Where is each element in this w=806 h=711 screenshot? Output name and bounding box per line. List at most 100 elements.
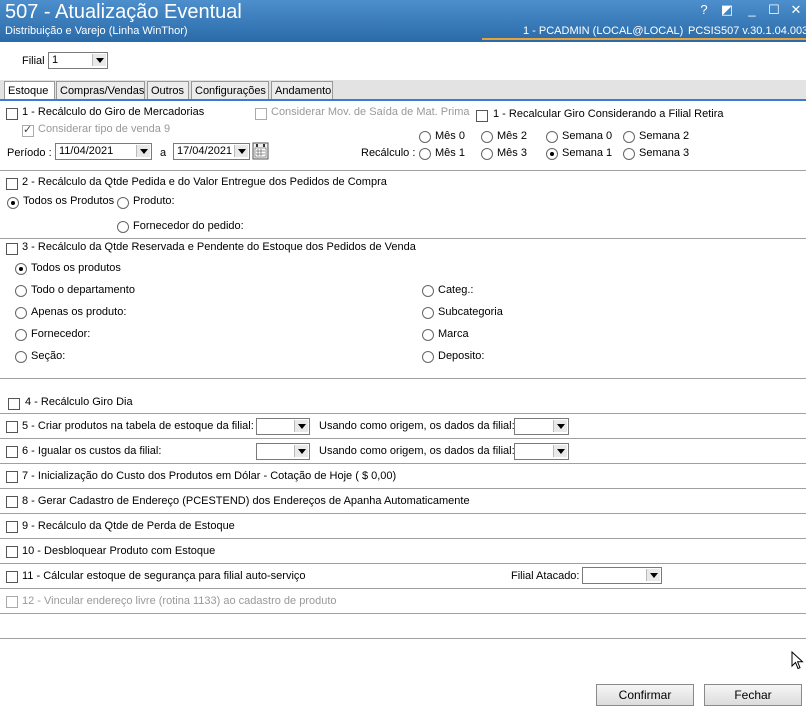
custo-dolar-label: 7 - Inicialização do Custo dos Produtos … bbox=[22, 470, 397, 482]
confirmar-button[interactable]: Confirmar bbox=[596, 684, 694, 706]
radio-fornecedor-pedido[interactable] bbox=[117, 221, 129, 233]
chevron-down-icon[interactable] bbox=[646, 569, 660, 581]
chevron-down-icon[interactable] bbox=[234, 145, 248, 157]
radio-todos-produtos-compra[interactable] bbox=[7, 197, 19, 209]
considerar-mov-checkbox[interactable] bbox=[255, 108, 267, 120]
radio-apenas-produto[interactable] bbox=[15, 307, 27, 319]
radio-fornecedor-label: Fornecedor: bbox=[31, 328, 91, 340]
recalculo-giro-dia-label: 4 - Recálculo Giro Dia bbox=[25, 396, 133, 408]
fechar-button[interactable]: Fechar bbox=[704, 684, 802, 706]
radio-semana-2[interactable] bbox=[623, 131, 635, 143]
recalcular-giro-filial-label: 1 - Recalcular Giro Considerando a Filia… bbox=[493, 108, 724, 120]
date-to-input[interactable]: 17/04/2021 bbox=[173, 143, 250, 160]
radio-semana-3[interactable] bbox=[623, 148, 635, 160]
radio-mes-3[interactable] bbox=[481, 148, 493, 160]
tab-andamento[interactable]: Andamento bbox=[271, 81, 333, 99]
radio-secao[interactable] bbox=[15, 351, 27, 363]
chevron-down-icon[interactable] bbox=[136, 145, 150, 157]
radio-semana-1-label: Semana 1 bbox=[562, 147, 613, 159]
divider bbox=[0, 488, 806, 489]
date-from-value: 11/04/2021 bbox=[59, 145, 114, 157]
chevron-down-icon[interactable] bbox=[553, 420, 567, 432]
divider bbox=[0, 613, 806, 614]
custo-dolar-checkbox[interactable] bbox=[6, 471, 18, 483]
radio-semana-0[interactable] bbox=[546, 131, 558, 143]
igualar-custos-filial-select[interactable] bbox=[256, 443, 310, 460]
recalculo-compra-checkbox[interactable] bbox=[6, 178, 18, 190]
criar-produtos-checkbox[interactable] bbox=[6, 421, 18, 433]
filial-select[interactable]: 1 bbox=[48, 52, 108, 69]
date-from-input[interactable]: 11/04/2021 bbox=[55, 143, 152, 160]
criar-produtos-origem-select[interactable] bbox=[514, 418, 569, 435]
radio-todos-os-produtos-label: Todos os produtos bbox=[31, 262, 121, 274]
tab-outros[interactable]: Outros bbox=[147, 81, 189, 99]
considerar-tipo-checkbox[interactable] bbox=[22, 123, 34, 137]
radio-semana-1[interactable] bbox=[546, 148, 558, 160]
radio-subcategoria[interactable] bbox=[422, 307, 434, 319]
maximize-icon[interactable]: ☐ bbox=[766, 2, 782, 18]
radio-semana-0-label: Semana 0 bbox=[562, 130, 613, 142]
radio-marca[interactable] bbox=[422, 329, 434, 341]
help-icon[interactable]: ? bbox=[696, 2, 712, 17]
igualar-custos-origem-select[interactable] bbox=[514, 443, 569, 460]
recalculo-reservada-checkbox[interactable] bbox=[6, 243, 18, 255]
radio-todos-os-produtos[interactable] bbox=[15, 263, 27, 275]
recalculo-giro-label: 1 - Recálculo do Giro de Mercadorias bbox=[22, 106, 205, 118]
considerar-mov-label: Considerar Mov. de Saída de Mat. Prima bbox=[271, 106, 470, 118]
chevron-down-icon[interactable] bbox=[553, 445, 567, 457]
igualar-custos-checkbox[interactable] bbox=[6, 446, 18, 458]
radio-marca-label: Marca bbox=[438, 328, 469, 340]
tab-compras-vendas[interactable]: Compras/Vendas bbox=[56, 81, 145, 99]
criar-produtos-filial-select[interactable] bbox=[256, 418, 310, 435]
considerar-tipo-label: Considerar tipo de venda 9 bbox=[38, 123, 171, 135]
divider bbox=[0, 438, 806, 439]
minimize-icon[interactable]: _ bbox=[744, 2, 760, 17]
date-to-value: 17/04/2021 bbox=[177, 145, 233, 157]
radio-todo-departamento[interactable] bbox=[15, 285, 27, 297]
perda-estoque-checkbox[interactable] bbox=[6, 521, 18, 533]
estoque-seguranca-checkbox[interactable] bbox=[6, 571, 18, 583]
chevron-down-icon[interactable] bbox=[294, 445, 308, 457]
radio-mes-2[interactable] bbox=[481, 131, 493, 143]
criar-produtos-origem-label: Usando como origem, os dados da filial: bbox=[319, 420, 515, 432]
chevron-down-icon[interactable] bbox=[294, 420, 308, 432]
divider bbox=[0, 588, 806, 589]
filial-atacado-select[interactable] bbox=[582, 567, 662, 584]
radio-categ-label: Categ.: bbox=[438, 284, 474, 296]
radio-fornecedor[interactable] bbox=[15, 329, 27, 341]
radio-mes-1[interactable] bbox=[419, 148, 431, 160]
tab-configuracoes[interactable]: Configurações bbox=[191, 81, 269, 99]
radio-todos-produtos-compra-label: Todos os Produtos bbox=[23, 195, 115, 207]
divider bbox=[0, 378, 806, 379]
tab-estoque[interactable]: Estoque bbox=[4, 81, 55, 99]
radio-deposito[interactable] bbox=[422, 351, 434, 363]
recalculo-compra-label: 2 - Recálculo da Qtde Pedida e do Valor … bbox=[22, 176, 387, 188]
recalculo-label: Recálculo : bbox=[361, 147, 416, 159]
estoque-seguranca-label: 11 - Cálcular estoque de segurança para … bbox=[22, 570, 306, 582]
radio-mes-0-label: Mês 0 bbox=[435, 130, 465, 142]
igualar-custos-origem-label: Usando como origem, os dados da filial: bbox=[319, 445, 515, 457]
calendar-icon[interactable] bbox=[252, 142, 269, 160]
recalcular-giro-filial-checkbox[interactable] bbox=[476, 110, 488, 122]
filial-label: Filial bbox=[22, 55, 45, 67]
recalculo-reservada-label: 3 - Recálculo da Qtde Reservada e Penden… bbox=[22, 241, 416, 253]
igualar-custos-label: 6 - Igualar os custos da filial: bbox=[22, 445, 162, 457]
close-icon[interactable]: ✕ bbox=[788, 2, 804, 18]
divider bbox=[0, 463, 806, 464]
divider bbox=[0, 238, 806, 239]
chevron-down-icon[interactable] bbox=[92, 54, 106, 66]
radio-categ[interactable] bbox=[422, 285, 434, 297]
desbloquear-produto-checkbox[interactable] bbox=[6, 546, 18, 558]
gerar-endereco-checkbox[interactable] bbox=[6, 496, 18, 508]
restore-icon[interactable]: ◩ bbox=[719, 2, 735, 18]
radio-produto-compra[interactable] bbox=[117, 197, 129, 209]
radio-mes-3-label: Mês 3 bbox=[497, 147, 527, 159]
radio-mes-1-label: Mês 1 bbox=[435, 147, 465, 159]
vincular-endereco-checkbox[interactable] bbox=[6, 596, 18, 608]
recalculo-giro-checkbox[interactable] bbox=[6, 108, 18, 120]
divider bbox=[0, 513, 806, 514]
desbloquear-produto-label: 10 - Desbloquear Produto com Estoque bbox=[22, 545, 216, 557]
radio-mes-0[interactable] bbox=[419, 131, 431, 143]
title-accent-line bbox=[482, 38, 806, 40]
recalculo-giro-dia-checkbox[interactable] bbox=[8, 398, 20, 410]
